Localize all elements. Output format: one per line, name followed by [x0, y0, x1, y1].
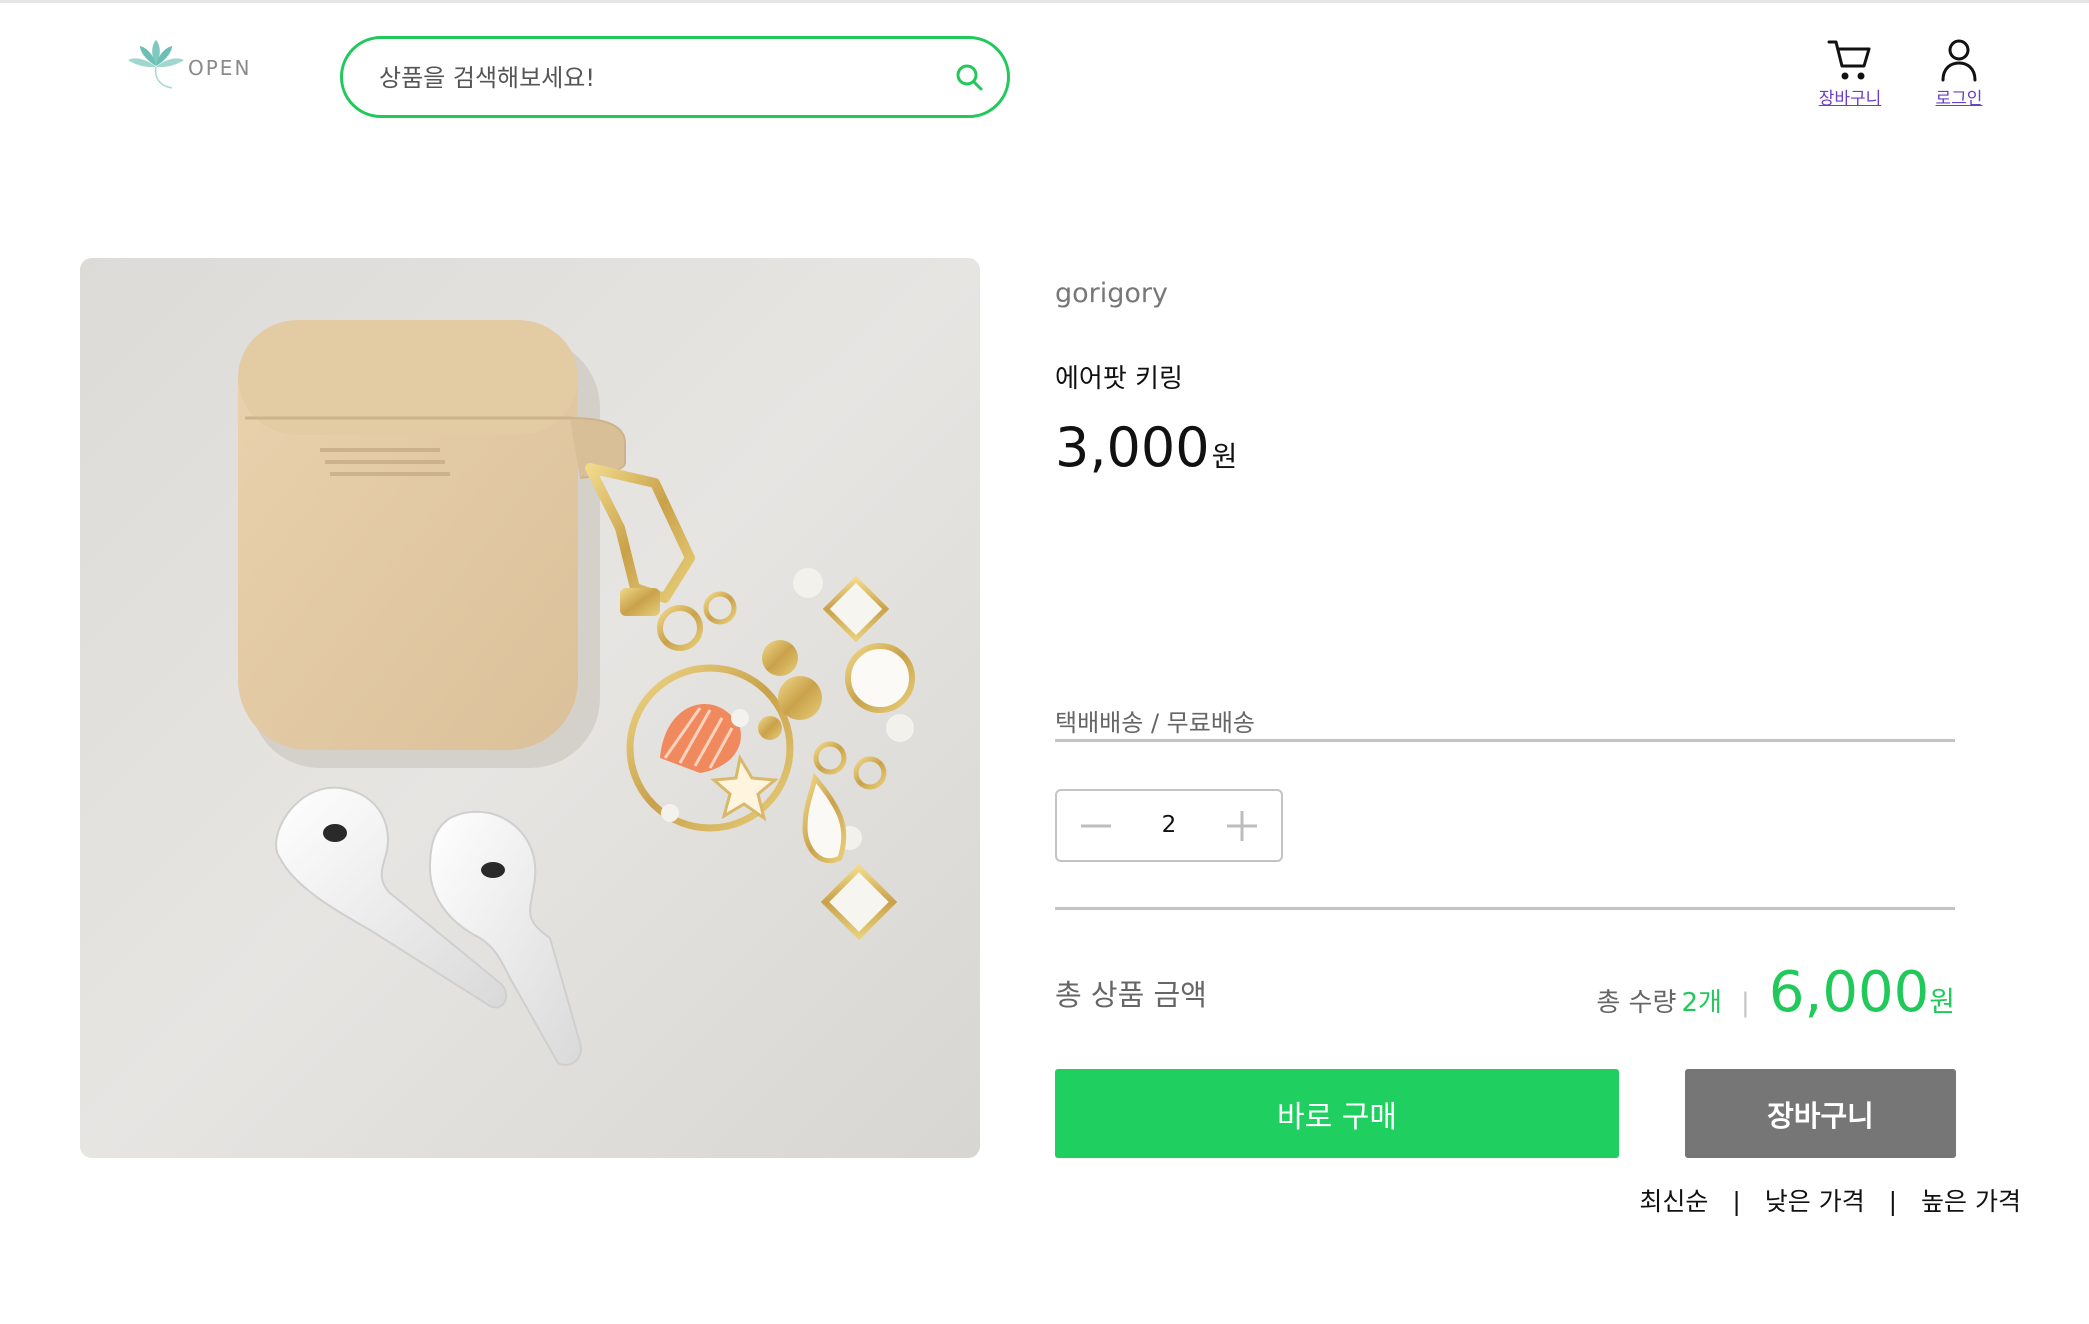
- product-title: 에어팟 키링: [1055, 364, 1183, 394]
- add-to-cart-button[interactable]: 장바구니: [1685, 1069, 1956, 1158]
- total-unit: 원: [1929, 985, 1955, 1018]
- sort-options: 최신순 | 낮은 가격 | 높은 가격: [1639, 1182, 2021, 1218]
- price-unit: 원: [1211, 440, 1238, 473]
- product-photo: [80, 258, 980, 1158]
- cart-link[interactable]: 장바구니: [1808, 84, 1892, 109]
- site-logo[interactable]: OPEN: [126, 36, 256, 96]
- search-icon[interactable]: [953, 61, 985, 93]
- sort-separator: |: [1888, 1187, 1898, 1216]
- search-input[interactable]: [377, 39, 941, 117]
- total-qty-value: 2개: [1681, 988, 1722, 1018]
- user-icon: [1941, 39, 1977, 82]
- total-label: 총 상품 금액: [1055, 978, 1207, 1012]
- nav-cart[interactable]: 장바구니: [1808, 36, 1892, 109]
- minus-icon[interactable]: [1071, 801, 1121, 851]
- sort-latest[interactable]: 최신순: [1639, 1187, 1708, 1216]
- seller-name: gorigory: [1055, 278, 1168, 309]
- cart-icon: [1827, 40, 1871, 80]
- buy-now-button[interactable]: 바로 구매: [1055, 1069, 1619, 1158]
- shipping-info: 택배배송 / 무료배송: [1055, 709, 1255, 737]
- nav-login[interactable]: 로그인: [1926, 36, 1992, 109]
- quantity-value[interactable]: 2: [1117, 791, 1221, 860]
- sort-separator: |: [1732, 1187, 1741, 1216]
- search-bar[interactable]: [340, 36, 1010, 118]
- divider: [1055, 739, 1955, 742]
- logo-text: OPEN: [188, 56, 252, 80]
- login-link[interactable]: 로그인: [1926, 84, 1992, 109]
- divider: [1055, 907, 1955, 910]
- lotus-logo-icon: [128, 40, 184, 89]
- quantity-stepper[interactable]: 2: [1055, 789, 1283, 862]
- total-qty-label: 총 수량: [1596, 988, 1677, 1018]
- price-value: 3,000: [1055, 416, 1210, 479]
- top-border: [0, 0, 2089, 3]
- plus-icon[interactable]: [1217, 801, 1267, 851]
- total-amount: 6,000: [1768, 960, 1930, 1025]
- total-summary: 총 수량 2개 | 6,000원: [1596, 960, 1955, 1025]
- product-image: [80, 258, 980, 1158]
- sort-low-price[interactable]: 낮은 가격: [1765, 1187, 1865, 1216]
- sort-high-price[interactable]: 높은 가격: [1921, 1187, 2021, 1216]
- total-separator: |: [1741, 988, 1750, 1018]
- product-price: 3,000원: [1055, 416, 1237, 479]
